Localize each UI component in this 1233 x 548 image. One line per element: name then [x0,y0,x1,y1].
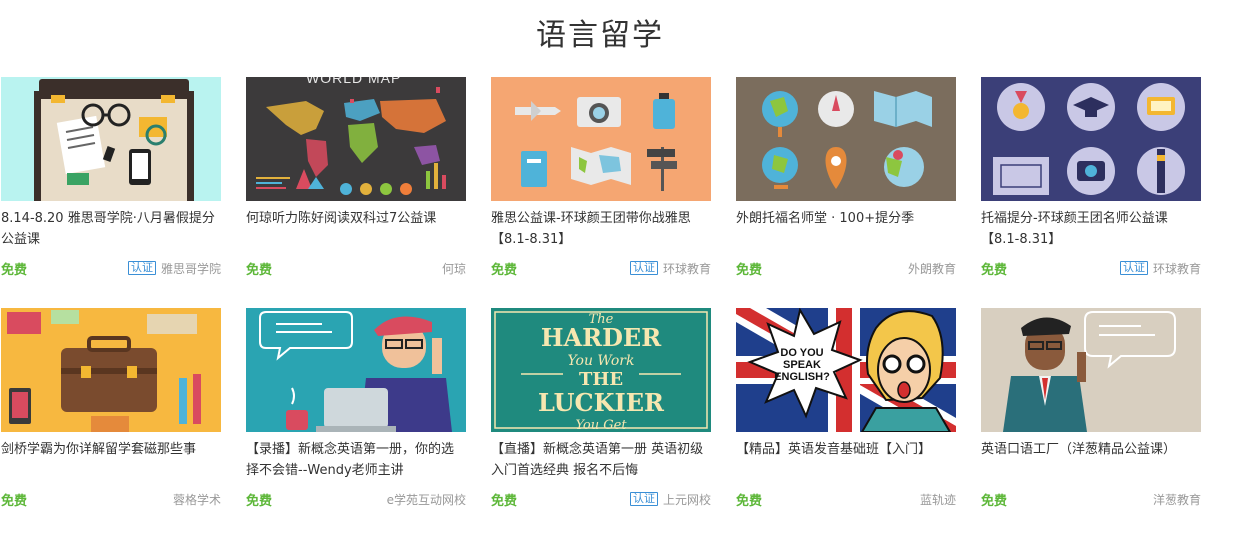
course-card[interactable]: 8.14-8.20 雅思哥学院·八月暑假提分公益课 免费 认证 雅思哥学院 [1,77,221,278]
price-label: 免费 [1,262,28,278]
price-label: 免费 [1,493,28,509]
organization: 认证 上元网校 [629,491,711,508]
organization-name[interactable]: 何琼 [442,260,466,277]
course-thumbnail[interactable] [491,77,711,201]
poster-text: LUCKIER [538,388,665,417]
organization: 蓉格学术 [173,491,221,508]
poster-text: You Get [575,418,627,432]
course-card[interactable]: 外朗托福名师堂 · 100+提分季 免费 外朗教育 [736,77,956,278]
course-card[interactable]: 托福提分-环球颜王团名师公益课【8.1-8.31】 免费 认证 环球教育 [981,77,1201,278]
organization-name[interactable]: 蓉格学术 [173,491,221,508]
course-card[interactable]: 英语口语工厂（洋葱精品公益课） 免费 洋葱教育 [981,308,1201,509]
speech-bubble-text: ENGLISH? [774,371,830,383]
verified-badge: 认证 [629,492,658,506]
verified-badge: 认证 [629,261,658,275]
course-title[interactable]: 8.14-8.20 雅思哥学院·八月暑假提分公益课 [1,208,221,250]
course-thumbnail[interactable] [246,308,466,432]
course-card[interactable]: 剑桥学霸为你详解留学套磁那些事 免费 蓉格学术 [1,308,221,509]
course-title[interactable]: 【录播】新概念英语第一册，你的选择不会错--Wendy老师主讲 [246,439,466,481]
verified-badge: 认证 [127,261,156,275]
course-thumbnail[interactable]: The HARDER You Work THE LUCKIER You Get [491,308,711,432]
section-title: 语言留学 [536,18,664,53]
course-card[interactable]: WORLD MAP 何琼听力陈好阅读双科过7公益课 免费 何琼 [246,77,466,278]
poster-text: HARDER [541,323,662,352]
course-grid: 8.14-8.20 雅思哥学院·八月暑假提分公益课 免费 认证 雅思哥学院 WO… [1,77,1221,509]
organization: 认证 雅思哥学院 [127,260,221,277]
organization: 认证 环球教育 [1119,260,1201,277]
course-title[interactable]: 何琼听力陈好阅读双科过7公益课 [246,208,466,250]
organization-name[interactable]: 环球教育 [663,260,711,277]
organization: 蓝轨迹 [920,491,956,508]
course-title[interactable]: 托福提分-环球颜王团名师公益课【8.1-8.31】 [981,208,1201,250]
course-thumbnail[interactable]: WORLD MAP [246,77,466,201]
poster-text: You Work [568,353,635,369]
price-label: 免费 [491,262,518,278]
organization: e学苑互动网校 [387,491,466,508]
course-thumbnail[interactable]: DO YOU SPEAK ENGLISH? [736,308,956,432]
course-thumbnail[interactable] [1,308,221,432]
speech-bubble-text: SPEAK [783,359,821,371]
organization: 外朗教育 [908,260,956,277]
verified-badge: 认证 [1119,261,1148,275]
price-label: 免费 [981,493,1008,509]
course-thumbnail[interactable] [981,308,1201,432]
course-title[interactable]: 【直播】新概念英语第一册 英语初级入门首选经典 报名不后悔 [491,439,711,481]
organization: 何琼 [442,260,466,277]
course-title[interactable]: 雅思公益课-环球颜王团带你战雅思【8.1-8.31】 [491,208,711,250]
course-thumbnail[interactable] [1,77,221,201]
organization-name[interactable]: 洋葱教育 [1153,491,1201,508]
course-title[interactable]: 【精品】英语发音基础班【入门】 [736,439,956,481]
course-card[interactable]: DO YOU SPEAK ENGLISH? 【精品】英语发音基础班【入门】 免费… [736,308,956,509]
organization-name[interactable]: 环球教育 [1153,260,1201,277]
price-label: 免费 [736,262,763,278]
organization-name[interactable]: e学苑互动网校 [387,491,466,508]
price-label: 免费 [736,493,763,509]
price-label: 免费 [246,493,273,509]
price-label: 免费 [981,262,1008,278]
course-thumbnail[interactable] [736,77,956,201]
organization-name[interactable]: 蓝轨迹 [920,491,956,508]
poster-text: THE [579,369,623,390]
world-map-label: WORLD MAP [306,77,401,86]
organization-name[interactable]: 雅思哥学院 [161,260,221,277]
price-label: 免费 [246,262,273,278]
course-card[interactable]: 雅思公益课-环球颜王团带你战雅思【8.1-8.31】 免费 认证 环球教育 [491,77,711,278]
course-title[interactable]: 剑桥学霸为你详解留学套磁那些事 [1,439,221,481]
organization-name[interactable]: 上元网校 [663,491,711,508]
price-label: 免费 [491,493,518,509]
speech-bubble-text: DO YOU [780,347,823,359]
organization: 认证 环球教育 [629,260,711,277]
course-title[interactable]: 外朗托福名师堂 · 100+提分季 [736,208,956,250]
organization-name[interactable]: 外朗教育 [908,260,956,277]
course-card[interactable]: 【录播】新概念英语第一册，你的选择不会错--Wendy老师主讲 免费 e学苑互动… [246,308,466,509]
course-card[interactable]: The HARDER You Work THE LUCKIER You Get … [491,308,711,509]
course-title[interactable]: 英语口语工厂（洋葱精品公益课） [981,439,1201,481]
course-thumbnail[interactable] [981,77,1201,201]
organization: 洋葱教育 [1153,491,1201,508]
